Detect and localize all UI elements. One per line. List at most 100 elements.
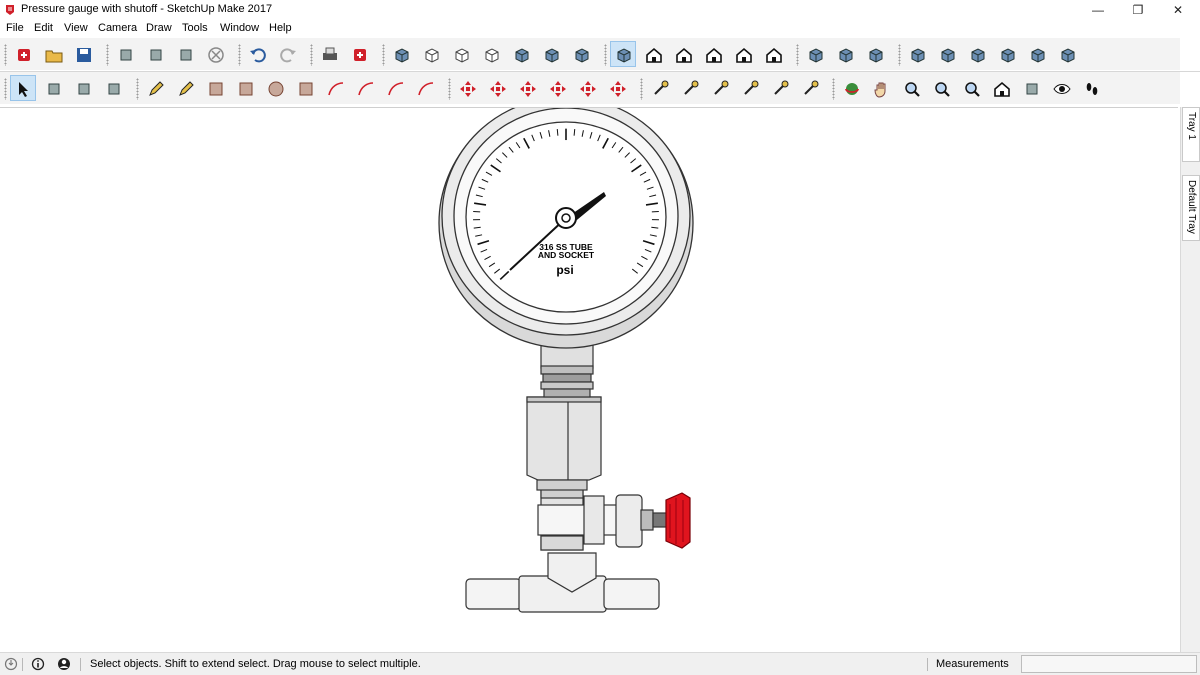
menu-window[interactable]: Window	[220, 22, 259, 34]
select-button[interactable]	[10, 75, 36, 101]
save-button[interactable]	[70, 41, 96, 67]
measurements-input[interactable]	[1021, 655, 1197, 673]
undo-button[interactable]	[244, 41, 270, 67]
menu-draw[interactable]: Draw	[146, 22, 172, 34]
toolbar-grip[interactable]	[640, 78, 643, 100]
polygon-button[interactable]	[292, 75, 318, 101]
position-camera-button[interactable]	[1018, 75, 1044, 101]
close-button[interactable]: ✕	[1158, 0, 1198, 20]
iso-view-button[interactable]	[610, 41, 636, 67]
trim-button[interactable]	[1024, 41, 1050, 67]
paint-bucket-button[interactable]	[70, 75, 96, 101]
back-view-button[interactable]	[730, 41, 756, 67]
right-view-button[interactable]	[700, 41, 726, 67]
shaded-button[interactable]	[508, 41, 534, 67]
orbit-button[interactable]	[838, 75, 864, 101]
get-models-button[interactable]	[10, 41, 36, 67]
front-view-button[interactable]	[670, 41, 696, 67]
erase-button[interactable]	[202, 41, 228, 67]
toolbar-grip[interactable]	[796, 44, 799, 66]
scale-button[interactable]	[574, 75, 600, 101]
zoom-extents-button[interactable]	[958, 75, 984, 101]
zoom-icon	[905, 82, 920, 97]
toolbar-grip[interactable]	[382, 44, 385, 66]
line-button[interactable]	[142, 75, 168, 101]
offset-button[interactable]	[604, 75, 630, 101]
tray-1-tab[interactable]: Tray 1	[1182, 107, 1200, 162]
zoom-button[interactable]	[898, 75, 924, 101]
arc-button[interactable]	[322, 75, 348, 101]
3d-text-button[interactable]	[796, 75, 822, 101]
dimension-button[interactable]	[676, 75, 702, 101]
menu-camera[interactable]: Camera	[98, 22, 137, 34]
model-info-button[interactable]	[346, 41, 372, 67]
look-around-button[interactable]	[1048, 75, 1074, 101]
cut-button[interactable]	[112, 41, 138, 67]
eraser-button[interactable]	[100, 75, 126, 101]
two-point-arc-button[interactable]	[352, 75, 378, 101]
toolbar-grip[interactable]	[832, 78, 835, 100]
follow-me-button[interactable]	[544, 75, 570, 101]
back-edges-button[interactable]	[418, 41, 444, 67]
display-section-planes-button[interactable]	[832, 41, 858, 67]
maximize-button[interactable]: ❐	[1118, 0, 1158, 20]
pie-button[interactable]	[412, 75, 438, 101]
toolbar-grip[interactable]	[106, 44, 109, 66]
top-view-button[interactable]	[640, 41, 666, 67]
open-button[interactable]	[40, 41, 66, 67]
print-button[interactable]	[316, 41, 342, 67]
rectangle-button[interactable]	[202, 75, 228, 101]
outer-shell-button[interactable]	[904, 41, 930, 67]
zoom-window-button[interactable]	[928, 75, 954, 101]
menu-view[interactable]: View	[64, 22, 88, 34]
hidden-line-button[interactable]	[478, 41, 504, 67]
toolbar-grip[interactable]	[448, 78, 451, 100]
display-section-cuts-button[interactable]	[862, 41, 888, 67]
left-view-button[interactable]	[760, 41, 786, 67]
minimize-button[interactable]: —	[1078, 0, 1118, 20]
monochrome-button[interactable]	[568, 41, 594, 67]
copy-button[interactable]	[142, 41, 168, 67]
drawing-viewport[interactable]: 316 SS TUBE AND SOCKET psi	[0, 107, 1178, 652]
geo-location-icon[interactable]	[4, 657, 18, 671]
split-button[interactable]	[1054, 41, 1080, 67]
tape-measure-button[interactable]	[646, 75, 672, 101]
default-tray-tab[interactable]: Default Tray	[1182, 175, 1200, 241]
pan-button[interactable]	[868, 75, 894, 101]
toolbar-grip[interactable]	[4, 44, 7, 66]
redo-button[interactable]	[274, 41, 300, 67]
user-account-icon[interactable]	[57, 657, 71, 671]
menu-help[interactable]: Help	[269, 22, 292, 34]
push-pull-button[interactable]	[484, 75, 510, 101]
toolbar-grip[interactable]	[604, 44, 607, 66]
move-button[interactable]	[454, 75, 480, 101]
section-plane-button[interactable]	[802, 41, 828, 67]
previous-view-button[interactable]	[988, 75, 1014, 101]
paste-button[interactable]	[172, 41, 198, 67]
toolbar-grip[interactable]	[238, 44, 241, 66]
shaded-textures-button[interactable]	[538, 41, 564, 67]
walk-button[interactable]	[1078, 75, 1104, 101]
circle-button[interactable]	[262, 75, 288, 101]
freehand-button[interactable]	[172, 75, 198, 101]
three-point-arc-button[interactable]	[382, 75, 408, 101]
text-button[interactable]	[736, 75, 762, 101]
toolbar-grip[interactable]	[4, 78, 7, 100]
menu-tools[interactable]: Tools	[182, 22, 208, 34]
rotate-button[interactable]	[514, 75, 540, 101]
protractor-button[interactable]	[706, 75, 732, 101]
xray-button[interactable]	[388, 41, 414, 67]
toolbar-grip[interactable]	[136, 78, 139, 100]
rotated-rectangle-button[interactable]	[232, 75, 258, 101]
subtract-button[interactable]	[994, 41, 1020, 67]
menu-file[interactable]: File	[6, 22, 24, 34]
menu-edit[interactable]: Edit	[34, 22, 53, 34]
wireframe-button[interactable]	[448, 41, 474, 67]
toolbar-grip[interactable]	[310, 44, 313, 66]
make-component-button[interactable]	[40, 75, 66, 101]
union-button[interactable]	[964, 41, 990, 67]
intersect-button[interactable]	[934, 41, 960, 67]
credits-info-icon[interactable]	[31, 657, 45, 671]
toolbar-grip[interactable]	[898, 44, 901, 66]
axes-button[interactable]	[766, 75, 792, 101]
